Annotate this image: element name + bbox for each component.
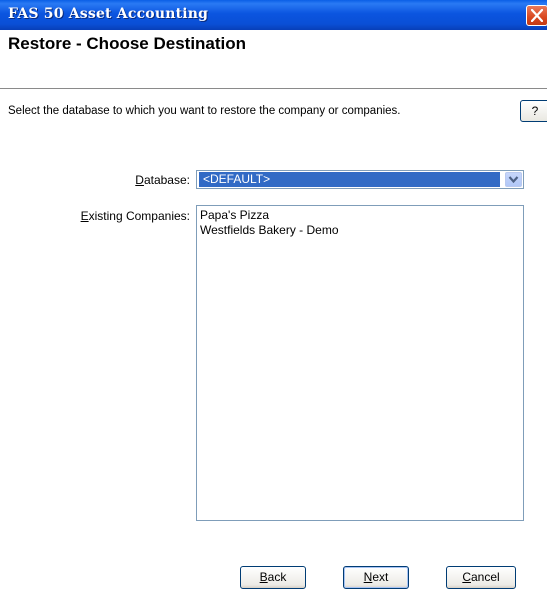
close-button[interactable] bbox=[526, 5, 547, 26]
next-button[interactable]: Next bbox=[343, 566, 409, 589]
title-bar[interactable]: FAS 50 Asset Accounting bbox=[0, 0, 547, 30]
restore-dialog: FAS 50 Asset Accounting Restore - Choose… bbox=[0, 0, 547, 598]
chevron-down-icon bbox=[508, 176, 519, 184]
database-selected-value: <DEFAULT> bbox=[199, 172, 500, 187]
close-icon bbox=[531, 9, 543, 22]
page-title: Restore - Choose Destination bbox=[8, 34, 247, 53]
database-dropdown[interactable]: <DEFAULT> bbox=[196, 170, 524, 189]
back-button[interactable]: Back bbox=[240, 566, 306, 589]
existing-companies-list[interactable]: Papa's Pizza Westfields Bakery - Demo bbox=[196, 205, 524, 521]
dropdown-arrow-button[interactable] bbox=[505, 172, 522, 187]
cancel-button[interactable]: Cancel bbox=[446, 566, 516, 589]
list-item[interactable]: Westfields Bakery - Demo bbox=[200, 223, 520, 238]
help-button[interactable]: ? bbox=[520, 100, 547, 122]
existing-companies-label: Existing Companies: bbox=[80, 209, 190, 223]
window-title: FAS 50 Asset Accounting bbox=[8, 6, 209, 22]
database-label: Database: bbox=[135, 173, 190, 187]
instructions-text: Select the database to which you want to… bbox=[8, 105, 401, 117]
header-divider bbox=[0, 88, 547, 89]
list-item[interactable]: Papa's Pizza bbox=[200, 208, 520, 223]
